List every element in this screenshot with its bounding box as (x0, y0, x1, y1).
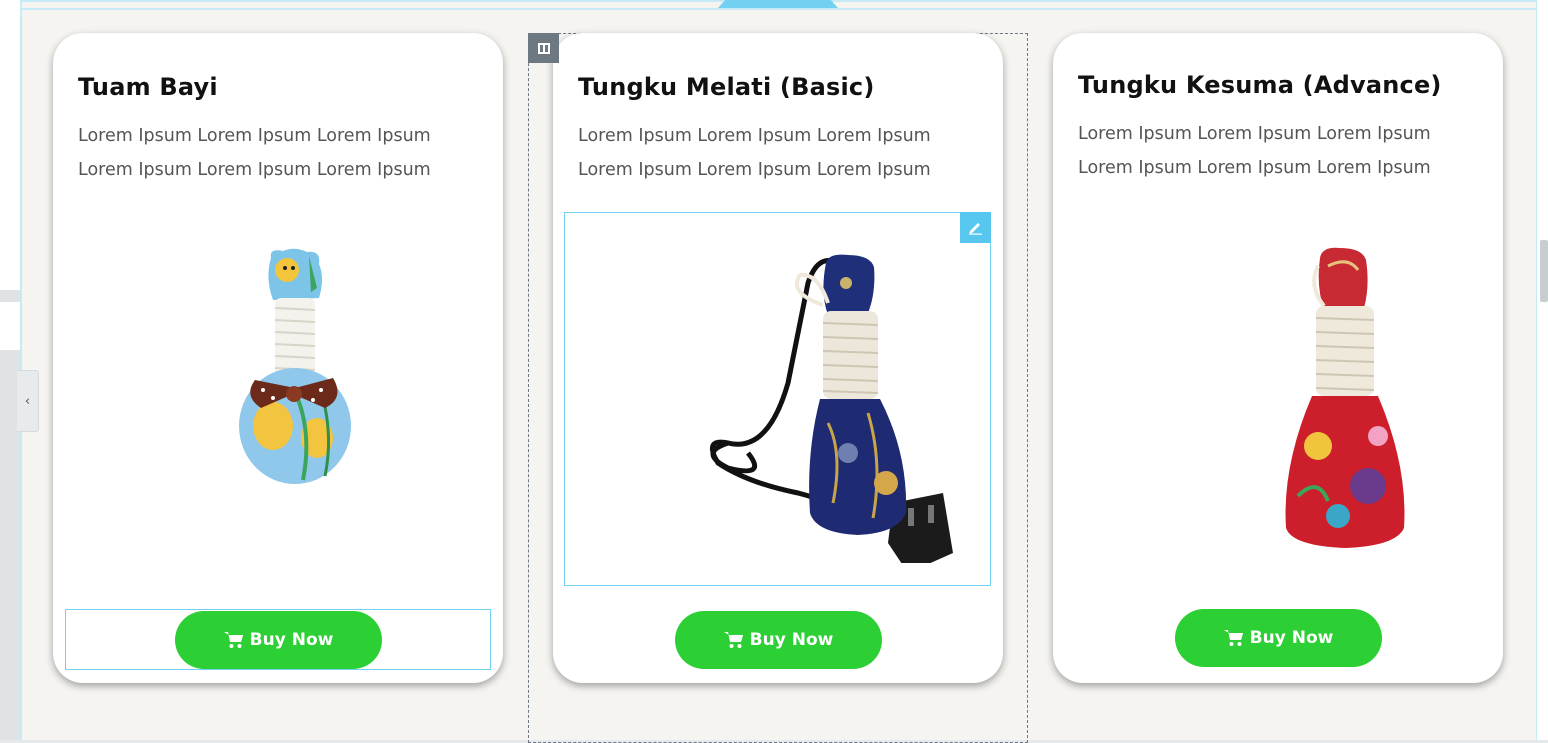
product-image-tuam-bayi (239, 248, 351, 484)
product-description: Lorem Ipsum Lorem Ipsum Lorem Ipsum Lore… (1078, 117, 1488, 185)
product-description: Lorem Ipsum Lorem Ipsum Lorem Ipsum Lore… (578, 119, 988, 187)
description-line: Lorem Ipsum Lorem Ipsum Lorem Ipsum (578, 126, 931, 146)
buy-now-label: Buy Now (249, 630, 334, 650)
description-line: Lorem Ipsum Lorem Ipsum Lorem Ipsum (1078, 158, 1431, 178)
product-title: Tungku Melati (Basic) (578, 73, 875, 101)
chevron-left-icon: ‹ (24, 393, 31, 409)
scrollbar-thumb[interactable] (1540, 240, 1548, 302)
product-image-tungku-kesuma (1285, 247, 1405, 548)
buy-now-label: Buy Now (1249, 628, 1334, 648)
pencil-icon (969, 223, 982, 235)
buy-now-label: Buy Now (749, 630, 834, 650)
product-card: Tuam Bayi Lorem Ipsum Lorem Ipsum Lorem … (53, 33, 503, 683)
collapse-panel-button[interactable]: ‹ (17, 370, 39, 432)
product-title: Tuam Bayi (78, 73, 218, 101)
description-line: Lorem Ipsum Lorem Ipsum Lorem Ipsum (78, 126, 431, 146)
buy-now-button[interactable]: Buy Now (1175, 609, 1382, 667)
buy-now-button[interactable]: Buy Now (675, 611, 882, 669)
description-line: Lorem Ipsum Lorem Ipsum Lorem Ipsum (578, 160, 931, 180)
column-handle[interactable] (528, 33, 559, 63)
section-outline (20, 8, 1536, 10)
cart-icon (723, 632, 743, 648)
cart-icon (1223, 630, 1243, 646)
edit-widget-button[interactable] (960, 212, 991, 243)
cart-icon (223, 632, 243, 648)
product-image-tungku-melati (709, 254, 953, 563)
columns-icon (537, 42, 550, 54)
right-scroll-track (1536, 0, 1548, 740)
product-title: Tungku Kesuma (Advance) (1078, 71, 1442, 99)
section-handle[interactable] (718, 0, 838, 8)
description-line: Lorem Ipsum Lorem Ipsum Lorem Ipsum (1078, 124, 1431, 144)
product-card: Tungku Melati (Basic) Lorem Ipsum Lorem … (553, 33, 1003, 683)
buy-now-button[interactable]: Buy Now (175, 611, 382, 669)
product-description: Lorem Ipsum Lorem Ipsum Lorem Ipsum Lore… (78, 119, 488, 187)
panel-band (0, 290, 20, 302)
description-line: Lorem Ipsum Lorem Ipsum Lorem Ipsum (78, 160, 431, 180)
product-card: Tungku Kesuma (Advance) Lorem Ipsum Lore… (1053, 33, 1503, 683)
